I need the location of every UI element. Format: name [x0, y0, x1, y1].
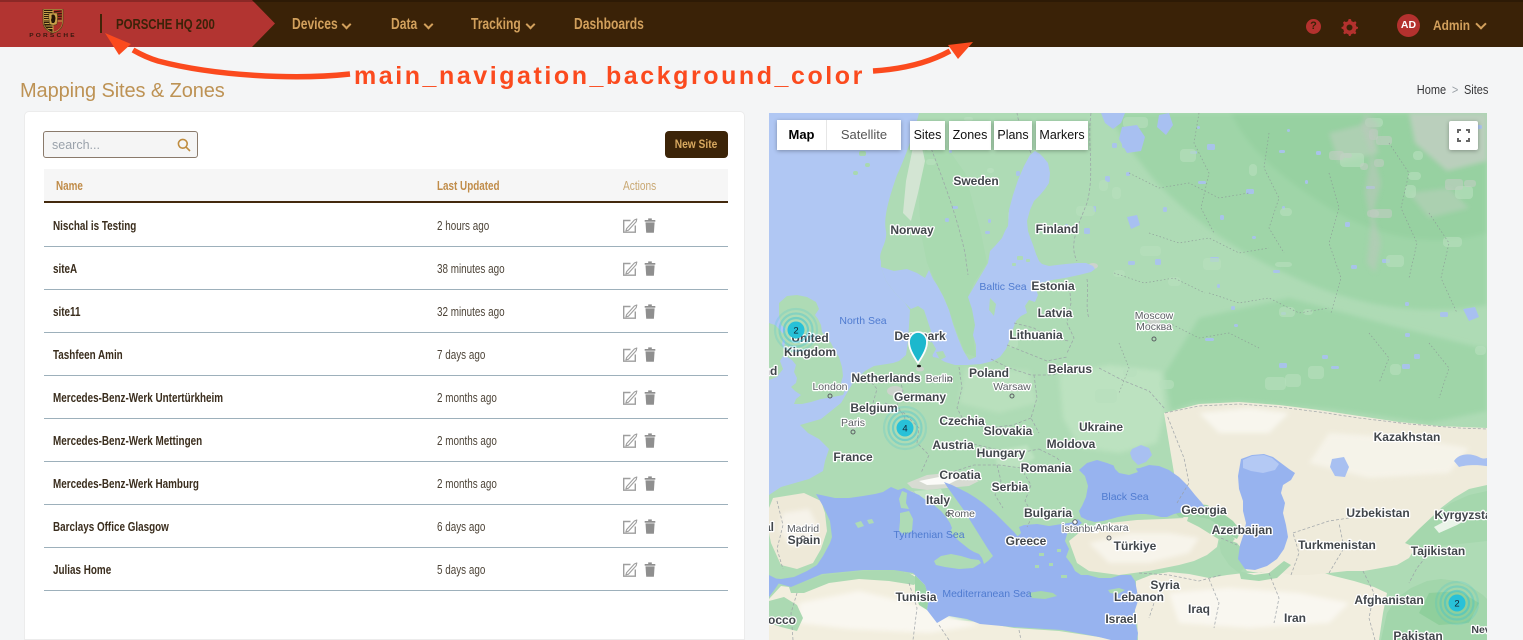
svg-text:Baltic Sea: Baltic Sea [979, 281, 1026, 293]
svg-text:Afghanistan: Afghanistan [1354, 593, 1423, 607]
svg-text:2: 2 [793, 326, 798, 337]
svg-text:Lebanon: Lebanon [1114, 590, 1164, 604]
svg-text:Tajikistan: Tajikistan [1411, 544, 1465, 558]
svg-text:London: London [812, 381, 847, 393]
svg-text:Tunisia: Tunisia [895, 590, 936, 604]
svg-text:Georgia: Georgia [1181, 503, 1227, 517]
svg-text:Rome: Rome [947, 508, 975, 520]
svg-text:Kingdom: Kingdom [784, 345, 836, 359]
svg-text:Syria: Syria [1150, 578, 1180, 592]
svg-text:Germany: Germany [894, 390, 946, 404]
svg-text:Belarus: Belarus [1048, 362, 1092, 376]
svg-text:Turkmenistan: Turkmenistan [1298, 538, 1376, 552]
svg-text:Ankara: Ankara [1095, 522, 1128, 534]
svg-text:İstanbul: İstanbul [1062, 522, 1099, 535]
svg-text:4: 4 [902, 424, 907, 435]
svg-text:Москва: Москва [1136, 321, 1172, 333]
svg-text:Warsaw: Warsaw [993, 381, 1031, 393]
svg-text:Israel: Israel [1105, 612, 1136, 626]
svg-text:Croatia: Croatia [939, 468, 981, 482]
svg-text:Madrid: Madrid [787, 523, 819, 535]
svg-text:Azerbaijan: Azerbaijan [1212, 523, 1273, 537]
svg-text:Sweden: Sweden [953, 174, 998, 188]
svg-text:Norway: Norway [890, 223, 934, 237]
svg-text:Finland: Finland [1036, 222, 1079, 236]
svg-text:Slovakia: Slovakia [984, 424, 1033, 438]
svg-text:Moldova: Moldova [1047, 437, 1096, 451]
svg-text:Netherlands: Netherlands [851, 371, 921, 385]
svg-text:Türkiye: Türkiye [1114, 539, 1157, 553]
svg-text:Paris: Paris [841, 417, 865, 429]
svg-text:Czechia: Czechia [939, 414, 985, 428]
svg-text:Austria: Austria [932, 438, 974, 452]
svg-text:Uzbekistan: Uzbekistan [1346, 506, 1409, 520]
svg-text:Tyrrhenian Sea: Tyrrhenian Sea [893, 529, 964, 541]
svg-text:North Sea: North Sea [839, 315, 886, 327]
svg-text:Greece: Greece [1006, 534, 1047, 548]
svg-text:Iraq: Iraq [1188, 602, 1210, 616]
svg-text:Estonia: Estonia [1031, 279, 1075, 293]
svg-text:Kyrgyzsta: Kyrgyzsta [1434, 508, 1487, 522]
svg-text:Italy: Italy [926, 493, 950, 507]
svg-text:Serbia: Serbia [992, 480, 1029, 494]
svg-text:Latvia: Latvia [1038, 306, 1073, 320]
svg-text:Romania: Romania [1021, 461, 1072, 475]
svg-text:al: al [769, 520, 774, 534]
svg-text:Berlin: Berlin [926, 373, 953, 385]
svg-text:Nev: Nev [1471, 624, 1487, 636]
svg-text:Poland: Poland [969, 366, 1009, 380]
svg-text:Lithuania: Lithuania [1009, 328, 1063, 342]
svg-text:orocco: orocco [769, 613, 796, 627]
svg-text:Mediterranean Sea: Mediterranean Sea [942, 588, 1031, 600]
svg-text:France: France [833, 450, 873, 464]
svg-text:Black Sea: Black Sea [1101, 491, 1148, 503]
svg-text:Iran: Iran [1284, 611, 1306, 625]
svg-text:2: 2 [1454, 599, 1459, 610]
svg-text:Kazakhstan: Kazakhstan [1374, 430, 1441, 444]
svg-text:Hungary: Hungary [977, 446, 1026, 460]
svg-text:nd: nd [769, 364, 777, 378]
svg-text:Bulgaria: Bulgaria [1024, 506, 1072, 520]
svg-text:Pakistan: Pakistan [1393, 629, 1442, 640]
svg-text:Ukraine: Ukraine [1079, 420, 1123, 434]
